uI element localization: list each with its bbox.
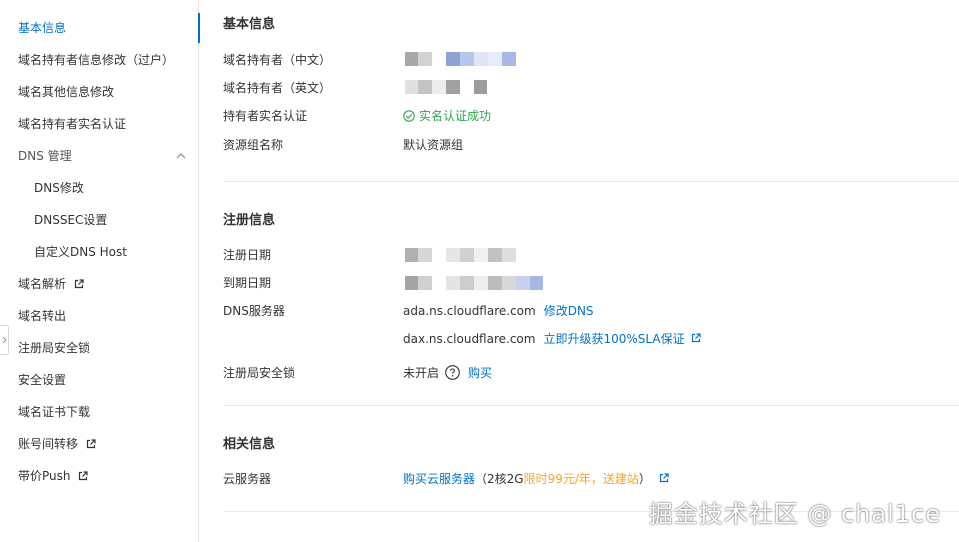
sidebar-item-label: 域名证书下载: [18, 405, 91, 419]
sidebar-item-label: 账号间转移: [18, 437, 79, 451]
main-content: 基本信息 域名持有者（中文） 域名持有者（英文） 持有者实名认证 实名认证成功 …: [199, 0, 959, 542]
exp-date-masked-value: [405, 276, 545, 290]
external-link-icon: [86, 430, 96, 460]
realname-label: 持有者实名认证: [223, 109, 308, 123]
sidebar-item-transfer-out[interactable]: 域名转出: [0, 301, 199, 331]
exp-date-label: 到期日期: [223, 276, 272, 290]
check-circle-icon: [403, 109, 415, 122]
section-divider: [223, 405, 959, 406]
modify-dns-link[interactable]: 修改DNS: [544, 302, 594, 319]
sidebar-item-label: 域名持有者实名认证: [18, 117, 127, 131]
dns-server-1: ada.ns.cloudflare.com 修改DNS: [403, 302, 594, 319]
buy-cloud-server-link[interactable]: 购买云服务器: [403, 470, 475, 487]
reg-date-label: 注册日期: [223, 248, 272, 262]
owner-en-label: 域名持有者（英文）: [223, 81, 332, 95]
sidebar-item-label: 注册局安全锁: [18, 341, 91, 355]
owner-cn-masked-value: [405, 52, 517, 66]
cloud-spec-close: ）: [638, 472, 651, 486]
dns-server-1-text: ada.ns.cloudflare.com: [403, 303, 536, 318]
registry-lock-label: 注册局安全锁: [223, 366, 296, 380]
sidebar-item-label: 安全设置: [18, 373, 67, 387]
external-link-icon: [78, 462, 88, 492]
sidebar-item-label: DNS 管理: [18, 149, 72, 163]
sidebar-item-label: DNSSEC设置: [34, 213, 108, 227]
sidebar-item-label: 域名转出: [18, 309, 67, 323]
sidebar-item-dnssec[interactable]: DNSSEC设置: [0, 205, 199, 235]
cloud-spec-text: （2核2G: [475, 472, 524, 486]
sidebar-collapse-handle[interactable]: [0, 325, 9, 355]
registry-lock-status: 未开启: [403, 366, 440, 380]
sidebar-item-label: 带价Push: [18, 469, 71, 483]
sidebar-item-security[interactable]: 安全设置: [0, 365, 199, 395]
external-link-icon[interactable]: [691, 332, 701, 346]
sidebar-item-label: 域名其他信息修改: [18, 85, 115, 99]
chevron-up-icon: [175, 141, 187, 171]
sidebar-item-other-info[interactable]: 域名其他信息修改: [0, 77, 199, 107]
sidebar-item-push[interactable]: 带价Push: [0, 461, 199, 491]
dns-server-2: dax.ns.cloudflare.com 立即升级获100%SLA保证: [403, 330, 701, 347]
sidebar-item-custom-dns-host[interactable]: 自定义DNS Host: [0, 237, 199, 267]
external-link-icon: [74, 270, 84, 300]
realname-status: 实名认证成功: [403, 107, 491, 124]
resource-group-text: 默认资源组: [403, 138, 464, 152]
chevron-right-icon: [2, 333, 7, 347]
section-divider: [223, 181, 959, 182]
sidebar-item-dns-resolve[interactable]: 域名解析: [0, 269, 199, 299]
cloud-server-label: 云服务器: [223, 472, 272, 486]
sidebar-item-label: 基本信息: [18, 21, 67, 35]
reg-date-masked-value: [405, 248, 517, 262]
resource-group-label: 资源组名称: [223, 138, 284, 152]
resource-group-value: 默认资源组: [403, 136, 463, 153]
sidebar-item-label: 域名解析: [18, 277, 67, 291]
owner-cn-label: 域名持有者（中文）: [223, 53, 332, 67]
sidebar-item-account-transfer[interactable]: 账号间转移: [0, 429, 199, 459]
sidebar-item-cert-download[interactable]: 域名证书下载: [0, 397, 199, 427]
sidebar-item-owner-transfer[interactable]: 域名持有者信息修改（过户）: [0, 45, 199, 75]
realname-status-text: 实名认证成功: [419, 109, 492, 123]
sidebar-item-realname[interactable]: 域名持有者实名认证: [0, 109, 199, 139]
buy-registry-lock-link[interactable]: 购买: [468, 364, 492, 381]
sidebar-item-label: 自定义DNS Host: [34, 245, 127, 259]
dns-server-label: DNS服务器: [223, 304, 285, 318]
cloud-server-value: 购买云服务器 （2核2G 限时99元/年，送建站 ）: [403, 470, 669, 487]
help-icon[interactable]: [445, 365, 460, 380]
external-link-icon[interactable]: [659, 472, 669, 486]
sidebar-group-dns[interactable]: DNS 管理: [0, 141, 199, 171]
upgrade-sla-link[interactable]: 立即升级获100%SLA保证: [543, 330, 684, 347]
section-title-related: 相关信息: [223, 437, 276, 452]
sidebar-item-label: 域名持有者信息修改（过户）: [18, 53, 175, 67]
sidebar-item-basic-info[interactable]: 基本信息: [0, 13, 200, 43]
watermark-text: 掘金技术社区 @ chal1ce: [648, 500, 941, 528]
cloud-promo-text: 限时99元/年，送建站: [523, 472, 639, 486]
owner-en-masked-value: [405, 80, 489, 94]
sidebar-nav: 基本信息 域名持有者信息修改（过户） 域名其他信息修改 域名持有者实名认证 DN…: [0, 0, 200, 542]
registry-lock-value: 未开启 购买: [403, 364, 492, 381]
sidebar-item-label: DNS修改: [34, 181, 84, 195]
sidebar-item-dns-modify[interactable]: DNS修改: [0, 173, 199, 203]
section-title-registration: 注册信息: [223, 213, 276, 228]
section-title-basic: 基本信息: [223, 17, 276, 32]
dns-server-2-text: dax.ns.cloudflare.com: [403, 331, 536, 346]
sidebar-item-registry-lock[interactable]: 注册局安全锁: [0, 333, 199, 363]
